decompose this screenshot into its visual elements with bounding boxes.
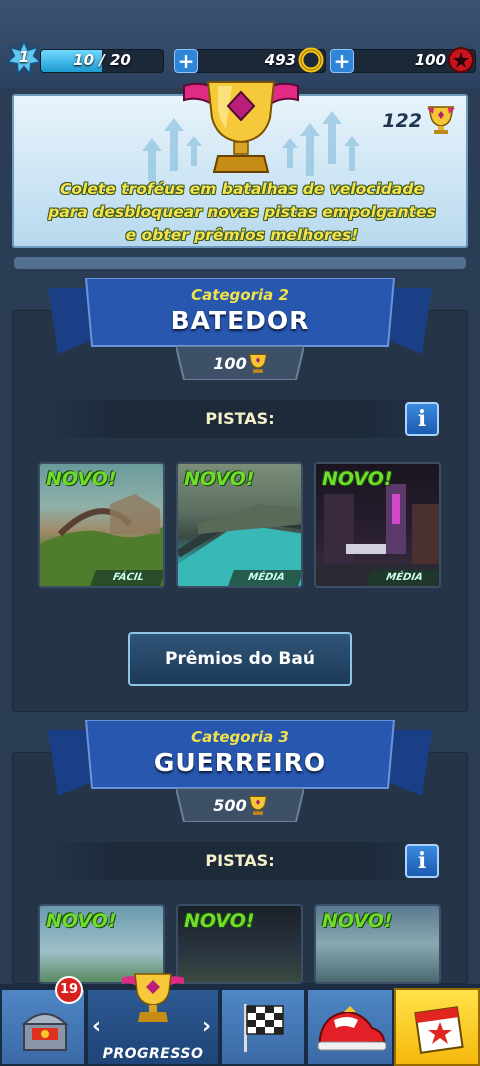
track-card[interactable]: NOVO! FÁCIL (38, 462, 165, 588)
trophy-icon (427, 106, 455, 134)
category-title: BATEDOR (170, 306, 310, 335)
difficulty-label: MÉDIA (228, 570, 301, 586)
new-badge: NOVO! (46, 468, 117, 490)
track-card[interactable]: NOVO! (176, 904, 303, 984)
category-title: GUERREIRO (153, 748, 327, 777)
add-rings-button[interactable]: + (174, 49, 198, 73)
prev-arrow-icon[interactable]: ‹ (92, 1014, 101, 1039)
new-badge: NOVO! (184, 468, 255, 490)
notification-badge: 19 (55, 976, 83, 1004)
nav-race-tab[interactable] (220, 988, 306, 1066)
nav-events-tab[interactable] (394, 988, 480, 1066)
info-button[interactable]: i (405, 402, 439, 436)
ring-icon (298, 47, 324, 73)
trophy-icon (248, 354, 268, 373)
divider-strip (14, 257, 466, 269)
category-label: Categoria 3 (191, 728, 289, 746)
tokens-value: 100 (414, 51, 446, 69)
track-card[interactable]: NOVO! MÉDIA (176, 462, 303, 588)
new-badge: NOVO! (322, 468, 393, 490)
nav-shop-tab[interactable] (306, 988, 394, 1066)
banner-text: Colete troféus em batalhas de velocidade… (48, 180, 436, 244)
red-token-icon (448, 47, 474, 73)
info-button[interactable]: i (405, 844, 439, 878)
xp-text: 10 / 20 (73, 51, 131, 69)
big-trophy-icon (183, 81, 299, 173)
top-hud (0, 0, 480, 88)
trophy-count: 122 (382, 110, 422, 132)
chest-icon (21, 1013, 69, 1051)
checkered-flag-icon (244, 1004, 284, 1052)
level-number: 1 (18, 48, 30, 66)
chest-rewards-button[interactable]: Prêmios do Baú (128, 632, 352, 686)
difficulty-label: FÁCIL (90, 570, 163, 586)
trophy-icon (122, 973, 184, 1022)
nav-progress-label: PROGRESSO (102, 1046, 204, 1062)
sneaker-icon (317, 1006, 387, 1051)
add-tokens-button[interactable]: + (330, 49, 354, 73)
track-card[interactable]: NOVO! (314, 904, 441, 984)
track-card[interactable]: NOVO! MÉDIA (314, 462, 441, 588)
rings-value: 493 (264, 51, 296, 69)
difficulty-label: MÉDIA (366, 570, 439, 586)
new-badge: NOVO! (322, 910, 393, 932)
category-label: Categoria 2 (191, 286, 289, 304)
calendar-icon (414, 1006, 464, 1054)
next-arrow-icon[interactable]: › (202, 1014, 211, 1039)
trophy-icon (248, 796, 268, 815)
new-badge: NOVO! (46, 910, 117, 932)
new-badge: NOVO! (184, 910, 255, 932)
